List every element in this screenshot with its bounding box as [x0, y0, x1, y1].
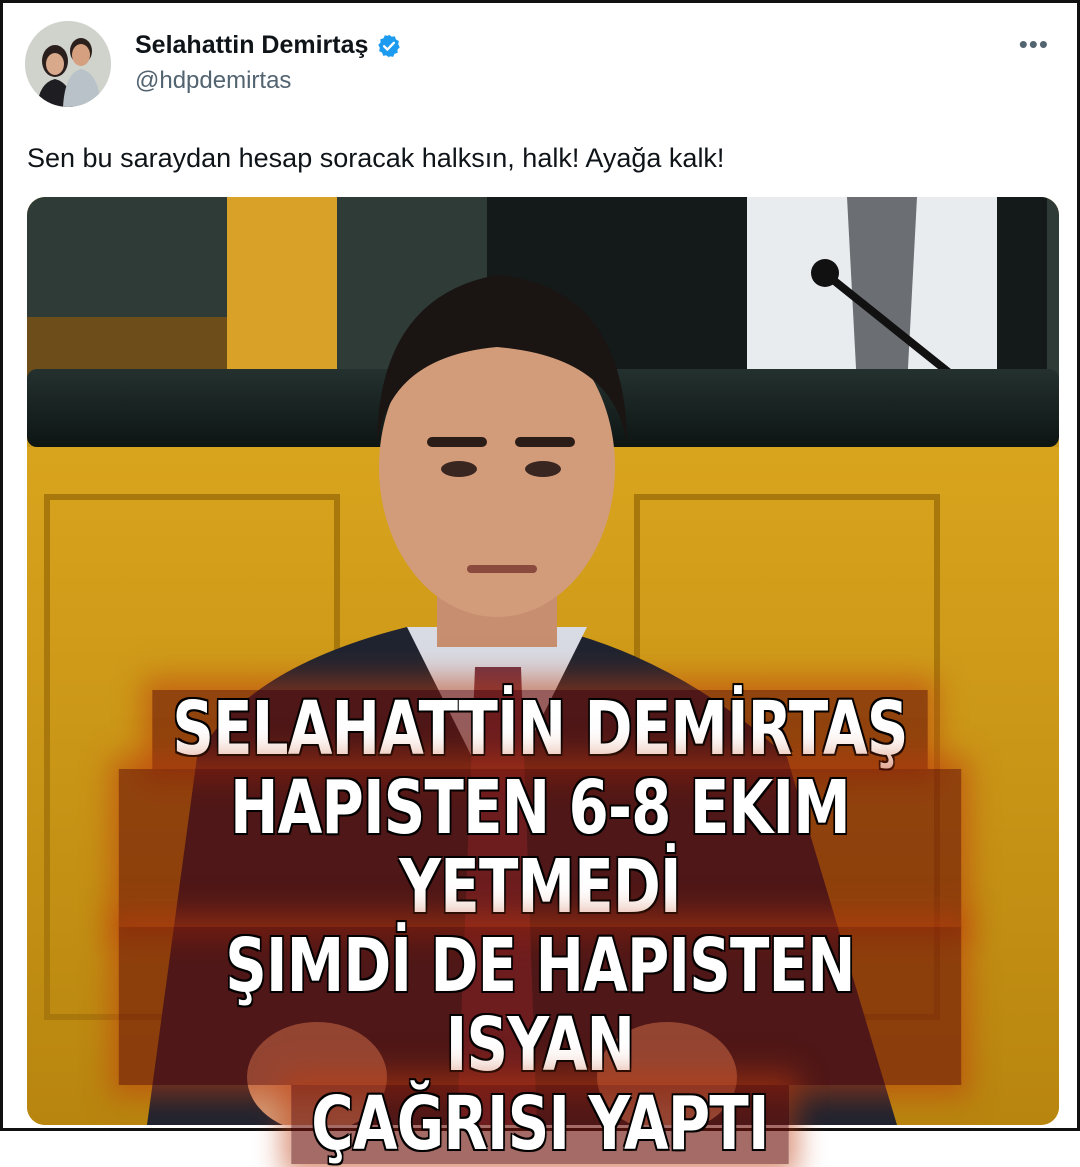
headline-line-1: SELAHATTİN DEMİRTAŞ	[152, 690, 928, 769]
handle[interactable]: @hdpdemirtas	[135, 67, 291, 95]
display-name[interactable]: Selahattin Demirtaş	[135, 31, 368, 60]
tweet-text: Sen bu saraydan hesap soracak halksın, h…	[27, 143, 725, 173]
headline-line-3: ŞIMDİ DE HAPISTEN ISYAN	[118, 927, 962, 1085]
avatar[interactable]	[25, 21, 111, 107]
verified-badge-icon	[376, 33, 402, 59]
more-horizontal-icon[interactable]: •••	[1019, 29, 1049, 60]
headline-line-4: ÇAĞRISI YAPTI	[290, 1085, 789, 1164]
headline-line-2: HAPISTEN 6-8 EKIM YETMEDİ	[118, 769, 962, 927]
overlay-headline: SELAHATTİN DEMİRTAŞ HAPISTEN 6-8 EKIM YE…	[118, 690, 962, 1164]
